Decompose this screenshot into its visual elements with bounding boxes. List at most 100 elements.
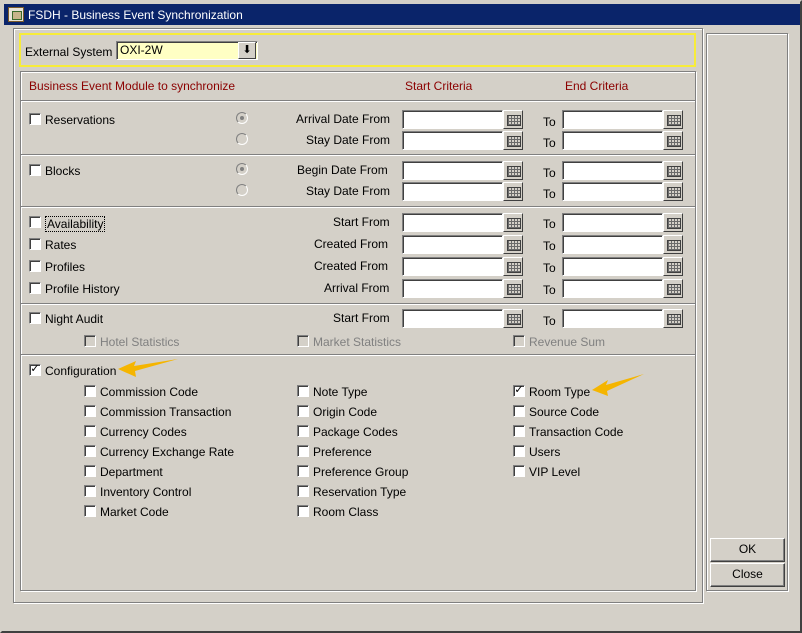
close-button[interactable]: Close bbox=[710, 563, 785, 587]
blocks-stay-start-field[interactable] bbox=[402, 182, 503, 201]
config-transaction-code-checkbox[interactable] bbox=[513, 425, 525, 437]
config-currency-codes-label[interactable]: Currency Codes bbox=[100, 425, 187, 439]
config-package-codes-label[interactable]: Package Codes bbox=[313, 425, 398, 439]
availability-end-field[interactable] bbox=[562, 213, 663, 232]
blocks-stay-radio[interactable] bbox=[236, 184, 248, 196]
config-preference-group-label[interactable]: Preference Group bbox=[313, 465, 408, 479]
calendar-icon[interactable] bbox=[503, 131, 523, 150]
config-department-label[interactable]: Department bbox=[100, 465, 163, 479]
profiles-start-field[interactable] bbox=[402, 257, 503, 276]
calendar-icon[interactable] bbox=[663, 131, 683, 150]
calendar-icon[interactable] bbox=[663, 257, 683, 276]
night-audit-start-field[interactable] bbox=[402, 309, 503, 328]
calendar-icon[interactable] bbox=[663, 110, 683, 129]
config-source-code-checkbox[interactable] bbox=[513, 405, 525, 417]
config-package-codes-checkbox[interactable] bbox=[297, 425, 309, 437]
reservations-stay-radio[interactable] bbox=[236, 133, 248, 145]
availability-label[interactable]: Availability bbox=[45, 216, 106, 232]
calendar-icon[interactable] bbox=[503, 110, 523, 129]
config-market-code-checkbox[interactable] bbox=[84, 505, 96, 517]
config-room-type-label[interactable]: Room Type bbox=[529, 385, 590, 399]
config-origin-code-label[interactable]: Origin Code bbox=[313, 405, 377, 419]
calendar-icon[interactable] bbox=[503, 213, 523, 232]
config-market-code-label[interactable]: Market Code bbox=[100, 505, 169, 519]
config-origin-code-checkbox[interactable] bbox=[297, 405, 309, 417]
reservations-arrival-radio[interactable] bbox=[236, 112, 248, 124]
blocks-begin-radio[interactable] bbox=[236, 163, 248, 175]
market-statistics-checkbox[interactable] bbox=[297, 335, 309, 347]
calendar-icon[interactable] bbox=[663, 279, 683, 298]
calendar-icon[interactable] bbox=[503, 161, 523, 180]
availability-checkbox[interactable] bbox=[29, 216, 41, 228]
reservations-stay-start-field[interactable] bbox=[402, 131, 503, 150]
blocks-begin-start-field[interactable] bbox=[402, 161, 503, 180]
config-commission-transaction-label[interactable]: Commission Transaction bbox=[100, 405, 231, 419]
calendar-icon[interactable] bbox=[503, 279, 523, 298]
calendar-icon[interactable] bbox=[503, 309, 523, 328]
rates-label[interactable]: Rates bbox=[45, 238, 76, 252]
config-transaction-code-label[interactable]: Transaction Code bbox=[529, 425, 623, 439]
calendar-icon[interactable] bbox=[663, 309, 683, 328]
config-note-type-label[interactable]: Note Type bbox=[313, 385, 367, 399]
config-room-type-checkbox[interactable]: ✓ bbox=[513, 385, 525, 397]
night-audit-checkbox[interactable] bbox=[29, 312, 41, 324]
reservations-arrival-start-field[interactable] bbox=[402, 110, 503, 129]
config-preference-group-checkbox[interactable] bbox=[297, 465, 309, 477]
config-currency-exchange-rate-checkbox[interactable] bbox=[84, 445, 96, 457]
profiles-label[interactable]: Profiles bbox=[45, 260, 85, 274]
calendar-icon[interactable] bbox=[663, 213, 683, 232]
reservations-checkbox[interactable] bbox=[29, 113, 41, 125]
config-inventory-control-checkbox[interactable] bbox=[84, 485, 96, 497]
profile-history-checkbox[interactable] bbox=[29, 282, 41, 294]
config-department-checkbox[interactable] bbox=[84, 465, 96, 477]
config-preference-label[interactable]: Preference bbox=[313, 445, 372, 459]
config-reservation-type-label[interactable]: Reservation Type bbox=[313, 485, 406, 499]
config-vip-level-checkbox[interactable] bbox=[513, 465, 525, 477]
config-currency-exchange-rate-label[interactable]: Currency Exchange Rate bbox=[100, 445, 234, 459]
config-currency-codes-checkbox[interactable] bbox=[84, 425, 96, 437]
config-source-code-label[interactable]: Source Code bbox=[529, 405, 599, 419]
config-inventory-control-label[interactable]: Inventory Control bbox=[100, 485, 191, 499]
calendar-icon[interactable] bbox=[663, 161, 683, 180]
calendar-icon[interactable] bbox=[503, 182, 523, 201]
blocks-stay-end-field[interactable] bbox=[562, 182, 663, 201]
config-commission-transaction-checkbox[interactable] bbox=[84, 405, 96, 417]
config-users-checkbox[interactable] bbox=[513, 445, 525, 457]
profile-history-label[interactable]: Profile History bbox=[45, 282, 120, 296]
reservations-label[interactable]: Reservations bbox=[45, 113, 115, 127]
reservations-stay-end-field[interactable] bbox=[562, 131, 663, 150]
config-room-class-label[interactable]: Room Class bbox=[313, 505, 378, 519]
configuration-label[interactable]: Configuration bbox=[45, 364, 116, 378]
availability-start-field[interactable] bbox=[402, 213, 503, 232]
calendar-icon[interactable] bbox=[663, 235, 683, 254]
blocks-checkbox[interactable] bbox=[29, 164, 41, 176]
calendar-icon[interactable] bbox=[663, 182, 683, 201]
revenue-sum-checkbox[interactable] bbox=[513, 335, 525, 347]
rates-checkbox[interactable] bbox=[29, 238, 41, 250]
calendar-icon[interactable] bbox=[503, 257, 523, 276]
external-system-dropdown-button[interactable]: ⬇ bbox=[238, 42, 256, 59]
config-preference-checkbox[interactable] bbox=[297, 445, 309, 457]
blocks-begin-end-field[interactable] bbox=[562, 161, 663, 180]
config-users-label[interactable]: Users bbox=[529, 445, 560, 459]
configuration-checkbox[interactable]: ✓ bbox=[29, 364, 41, 376]
config-commission-code-checkbox[interactable] bbox=[84, 385, 96, 397]
rates-end-field[interactable] bbox=[562, 235, 663, 254]
ok-button[interactable]: OK bbox=[710, 538, 785, 562]
profiles-checkbox[interactable] bbox=[29, 260, 41, 272]
config-room-class-checkbox[interactable] bbox=[297, 505, 309, 517]
profile-history-start-field[interactable] bbox=[402, 279, 503, 298]
external-system-combo[interactable]: OXI-2W bbox=[116, 41, 258, 60]
hotel-statistics-checkbox[interactable] bbox=[84, 335, 96, 347]
night-audit-end-field[interactable] bbox=[562, 309, 663, 328]
config-commission-code-label[interactable]: Commission Code bbox=[100, 385, 198, 399]
config-vip-level-label[interactable]: VIP Level bbox=[529, 465, 580, 479]
config-note-type-checkbox[interactable] bbox=[297, 385, 309, 397]
reservations-arrival-end-field[interactable] bbox=[562, 110, 663, 129]
calendar-icon[interactable] bbox=[503, 235, 523, 254]
rates-start-field[interactable] bbox=[402, 235, 503, 254]
profiles-end-field[interactable] bbox=[562, 257, 663, 276]
title-bar[interactable]: FSDH - Business Event Synchronization bbox=[4, 4, 800, 25]
profile-history-end-field[interactable] bbox=[562, 279, 663, 298]
blocks-label[interactable]: Blocks bbox=[45, 164, 80, 178]
